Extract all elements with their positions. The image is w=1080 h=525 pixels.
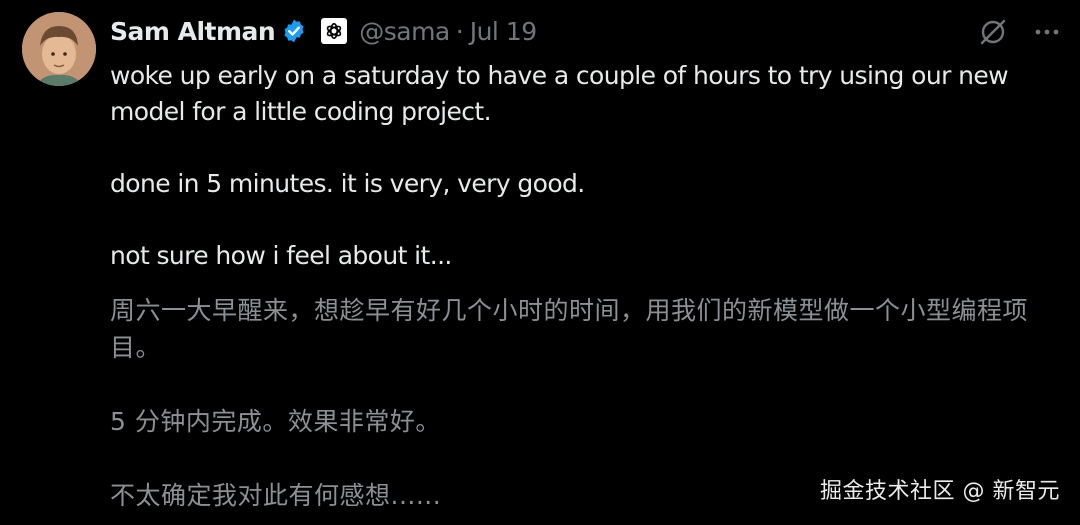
tweet-date[interactable]: Jul 19: [470, 17, 537, 46]
separator-dot: ·: [455, 16, 464, 46]
avatar[interactable]: [22, 12, 96, 86]
author-handle[interactable]: @sama: [359, 17, 450, 46]
tweet-paragraph: woke up early on a saturday to have a co…: [110, 61, 1009, 126]
translation-paragraph: 周六一大早醒来，想趁早有好几个小时的时间，用我们的新模型做一个小型编程项目。: [110, 296, 1029, 362]
grok-icon[interactable]: [978, 17, 1008, 47]
tweet-paragraph: not sure how i feel about it...: [110, 241, 452, 270]
more-icon[interactable]: [1032, 17, 1062, 47]
tweet-actions: [978, 14, 1062, 50]
verified-badge-icon: [281, 18, 307, 44]
tweet-header: Sam Altman @sama · Jul 19: [110, 14, 537, 48]
tweet-text-english: woke up early on a saturday to have a co…: [110, 58, 1070, 274]
watermark: 掘金技术社区 @ 新智元: [820, 479, 1060, 504]
openai-logo-icon[interactable]: [321, 18, 348, 44]
author-name[interactable]: Sam Altman: [110, 17, 276, 46]
tweet-paragraph: done in 5 minutes. it is very, very good…: [110, 169, 585, 198]
translation-paragraph: 5 分钟内完成。效果非常好。: [110, 407, 441, 436]
tweet: Sam Altman @sama · Jul 19 woke up early …: [0, 0, 1080, 525]
